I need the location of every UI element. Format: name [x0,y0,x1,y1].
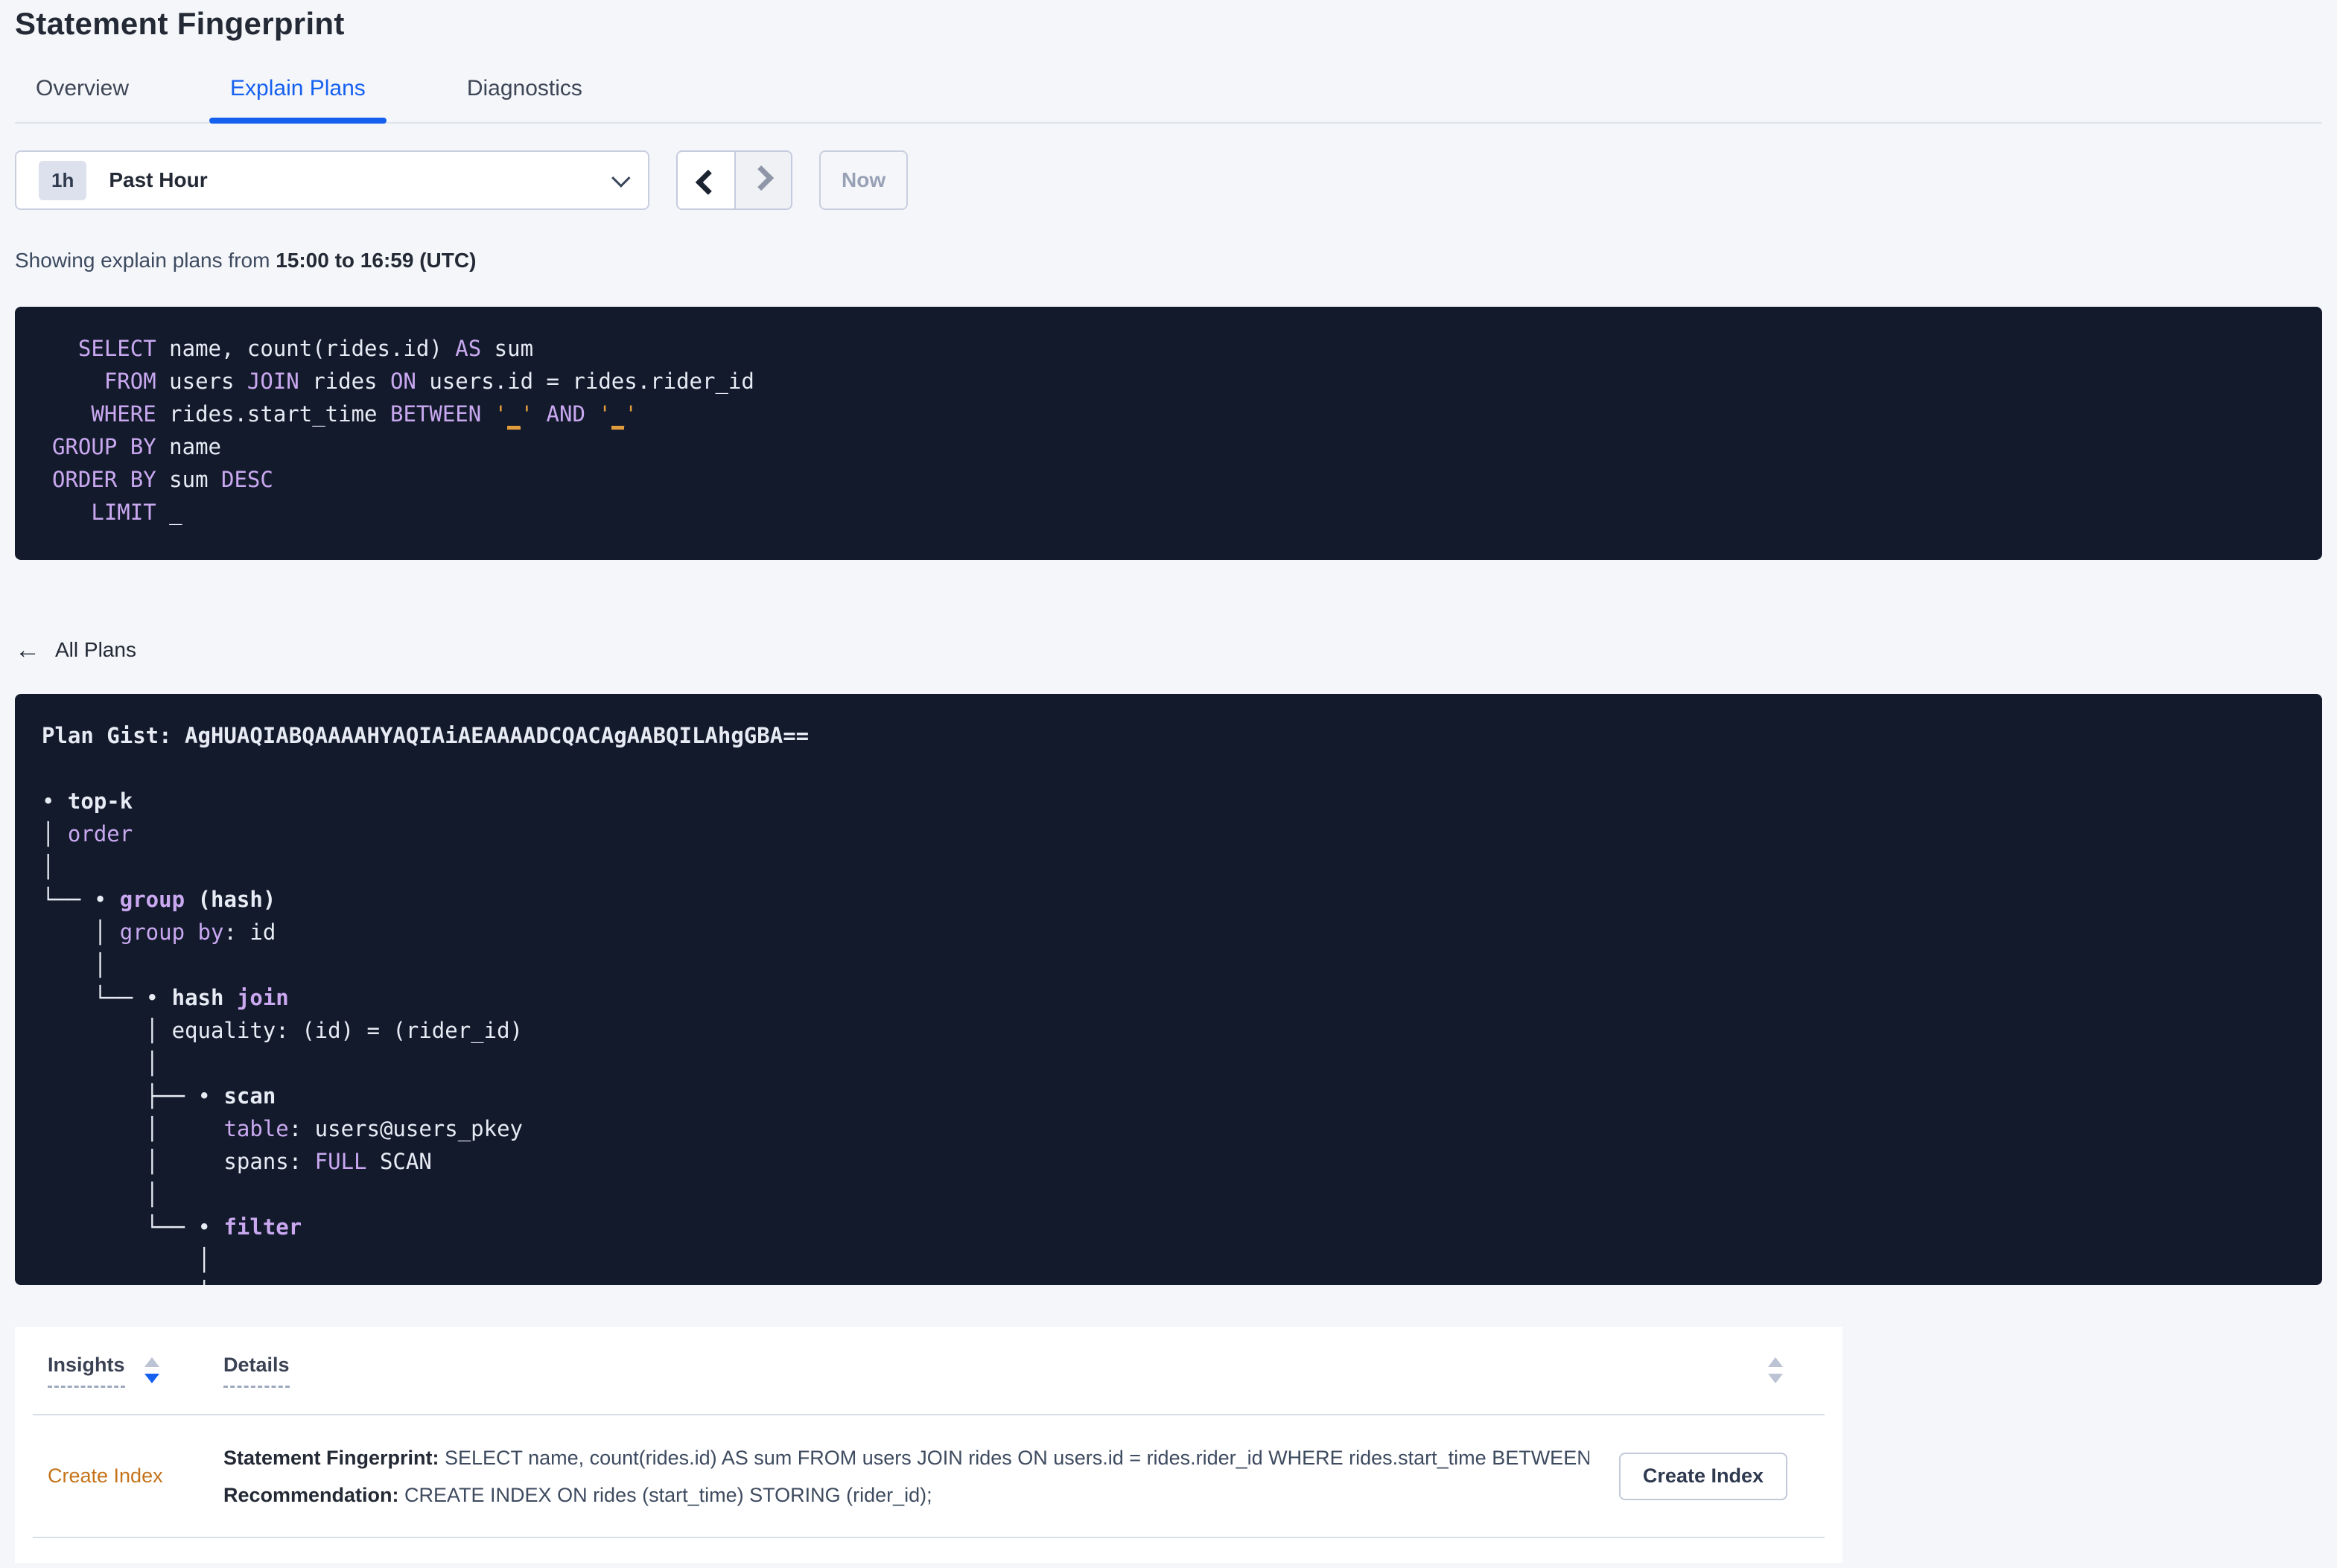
now-button[interactable]: Now [819,150,909,210]
sort-asc-icon [144,1357,159,1367]
create-index-button[interactable]: Create Index [1618,1452,1787,1500]
tab-explain-plans[interactable]: Explain Plans [209,76,387,124]
details-header-label[interactable]: Details [223,1354,290,1388]
showing-range-text: Showing explain plans from 15:00 to 16:5… [15,249,2322,273]
page-title: Statement Fingerprint [15,6,345,41]
statement-fingerprint-label: Statement Fingerprint: [223,1446,439,1469]
insights-header-label[interactable]: Insights [48,1354,125,1388]
plan-gist-tree: Plan Gist: AgHUAQIABQAAAAHYAQIAiAEAAAADC… [15,694,2322,1285]
statement-fingerprint-line: Statement Fingerprint: SELECT name, coun… [223,1445,1589,1470]
time-range-select[interactable]: 1h Past Hour [15,150,649,210]
details-sort-control[interactable] [1768,1357,1783,1383]
sort-asc-icon [1768,1357,1783,1367]
insights-column-header: Insights [48,1354,223,1388]
back-arrow-icon: ← [15,636,40,664]
insights-table-header: Insights Details [33,1327,1825,1415]
chevron-right-icon [748,165,775,191]
table-row: Create Index Statement Fingerprint: SELE… [33,1415,1825,1538]
all-plans-link[interactable]: ← All Plans [15,637,136,663]
tab-diagnostics[interactable]: Diagnostics [446,76,603,122]
sql-fingerprint-code: SELECT name, count(rides.id) AS sum FROM… [15,307,2322,560]
page-container: Statement Fingerprint Overview Explain P… [0,0,2337,1563]
insight-type-link[interactable]: Create Index [48,1465,223,1488]
recommendation-line: Recommendation: CREATE INDEX ON rides (s… [223,1482,1589,1508]
time-controls-row: 1h Past Hour Now [15,150,2322,210]
tab-bar: Overview Explain Plans Diagnostics [15,76,2322,124]
showing-prefix: Showing explain plans from [15,249,276,272]
time-range-label: Past Hour [109,168,208,191]
recommendation-label: Recommendation: [223,1483,399,1506]
insights-sort-control[interactable] [144,1357,159,1383]
recommendation-text: CREATE INDEX ON rides (start_time) STORI… [398,1483,932,1506]
time-nav-group [676,150,792,210]
all-plans-label: All Plans [55,638,136,661]
tab-overview[interactable]: Overview [15,76,150,122]
time-range-badge: 1h [39,160,87,200]
chevron-down-icon [611,168,631,188]
time-next-button[interactable] [734,152,791,208]
details-column-header: Details [223,1354,1810,1388]
chevron-left-icon [695,169,721,195]
sort-desc-icon [1768,1374,1783,1383]
details-cell: Statement Fingerprint: SELECT name, coun… [223,1445,1619,1508]
insights-table-card: Insights Details Create Index Statement … [15,1327,1842,1563]
statement-fingerprint-text: SELECT name, count(rides.id) AS sum FROM… [439,1446,1589,1469]
time-prev-button[interactable] [678,152,734,208]
sort-desc-icon [144,1374,159,1383]
showing-range-bold: 15:00 to 16:59 (UTC) [276,249,477,272]
